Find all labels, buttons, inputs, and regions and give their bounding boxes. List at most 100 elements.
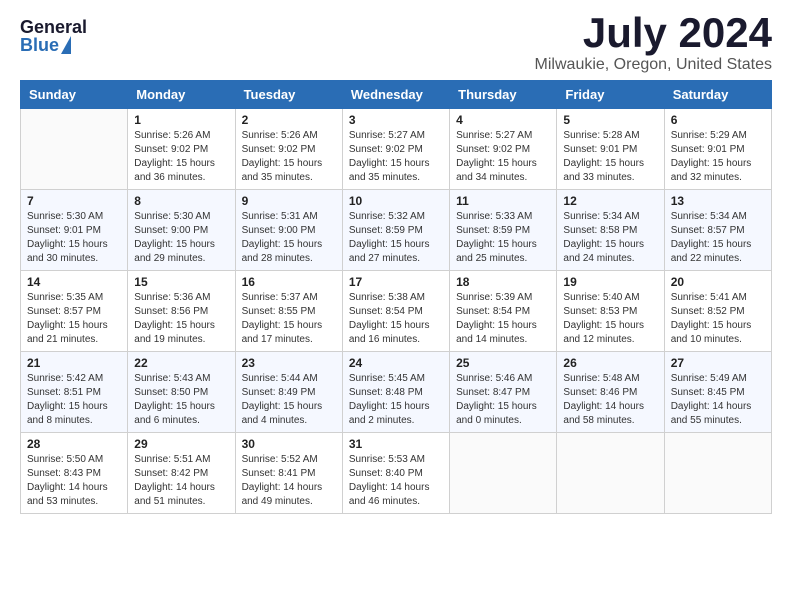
day-number: 14: [27, 275, 121, 289]
logo-general-text: General: [20, 18, 87, 36]
day-info: Sunrise: 5:34 AM Sunset: 8:58 PM Dayligh…: [563, 210, 657, 266]
day-info: Sunrise: 5:44 AM Sunset: 8:49 PM Dayligh…: [242, 372, 336, 428]
day-number: 11: [456, 194, 550, 208]
day-number: 12: [563, 194, 657, 208]
day-number: 27: [671, 356, 765, 370]
day-number: 9: [242, 194, 336, 208]
day-info: Sunrise: 5:48 AM Sunset: 8:46 PM Dayligh…: [563, 372, 657, 428]
calendar-cell: 5 Sunrise: 5:28 AM Sunset: 9:01 PM Daylig…: [557, 109, 664, 190]
calendar-cell: [664, 433, 771, 514]
day-number: 1: [134, 113, 228, 127]
logo-blue-text: Blue: [20, 36, 71, 54]
day-info: Sunrise: 5:46 AM Sunset: 8:47 PM Dayligh…: [456, 372, 550, 428]
day-info: Sunrise: 5:28 AM Sunset: 9:01 PM Dayligh…: [563, 129, 657, 185]
calendar-cell: 27 Sunrise: 5:49 AM Sunset: 8:45 PM Dayli…: [664, 352, 771, 433]
day-info: Sunrise: 5:42 AM Sunset: 8:51 PM Dayligh…: [27, 372, 121, 428]
day-info: Sunrise: 5:49 AM Sunset: 8:45 PM Dayligh…: [671, 372, 765, 428]
calendar-cell: 10 Sunrise: 5:32 AM Sunset: 8:59 PM Dayli…: [342, 190, 449, 271]
calendar-cell: 23 Sunrise: 5:44 AM Sunset: 8:49 PM Dayli…: [235, 352, 342, 433]
calendar-cell: [557, 433, 664, 514]
day-info: Sunrise: 5:52 AM Sunset: 8:41 PM Dayligh…: [242, 453, 336, 509]
calendar-cell: 3 Sunrise: 5:27 AM Sunset: 9:02 PM Daylig…: [342, 109, 449, 190]
weekday-header-friday: Friday: [557, 81, 664, 109]
day-info: Sunrise: 5:26 AM Sunset: 9:02 PM Dayligh…: [134, 129, 228, 185]
day-info: Sunrise: 5:27 AM Sunset: 9:02 PM Dayligh…: [456, 129, 550, 185]
calendar-cell: 2Sunrise: 5:26 AM Sunset: 9:02 PM Daylig…: [235, 109, 342, 190]
day-info: Sunrise: 5:34 AM Sunset: 8:57 PM Dayligh…: [671, 210, 765, 266]
calendar-week-row: 1 Sunrise: 5:26 AM Sunset: 9:02 PM Daylig…: [21, 109, 772, 190]
calendar-cell: [21, 109, 128, 190]
calendar-cell: 22 Sunrise: 5:43 AM Sunset: 8:50 PM Dayli…: [128, 352, 235, 433]
calendar-cell: 24 Sunrise: 5:45 AM Sunset: 8:48 PM Dayli…: [342, 352, 449, 433]
day-number: 21: [27, 356, 121, 370]
day-info: Sunrise: 5:33 AM Sunset: 8:59 PM Dayligh…: [456, 210, 550, 266]
calendar-cell: 26 Sunrise: 5:48 AM Sunset: 8:46 PM Dayli…: [557, 352, 664, 433]
day-number: 3: [349, 113, 443, 127]
weekday-header-sunday: Sunday: [21, 81, 128, 109]
calendar-cell: 28 Sunrise: 5:50 AM Sunset: 8:43 PM Dayli…: [21, 433, 128, 514]
calendar-cell: 1 Sunrise: 5:26 AM Sunset: 9:02 PM Daylig…: [128, 109, 235, 190]
day-info: Sunrise: 5:41 AM Sunset: 8:52 PM Dayligh…: [671, 291, 765, 347]
day-number: 20: [671, 275, 765, 289]
day-info: Sunrise: 5:32 AM Sunset: 8:59 PM Dayligh…: [349, 210, 443, 266]
calendar-cell: 20 Sunrise: 5:41 AM Sunset: 8:52 PM Dayli…: [664, 271, 771, 352]
calendar-cell: 8 Sunrise: 5:30 AM Sunset: 9:00 PM Daylig…: [128, 190, 235, 271]
day-number: 4: [456, 113, 550, 127]
day-number: 22: [134, 356, 228, 370]
day-number: 17: [349, 275, 443, 289]
day-info: Sunrise: 5:36 AM Sunset: 8:56 PM Dayligh…: [134, 291, 228, 347]
calendar-cell: 11 Sunrise: 5:33 AM Sunset: 8:59 PM Dayli…: [450, 190, 557, 271]
calendar-cell: 12 Sunrise: 5:34 AM Sunset: 8:58 PM Dayli…: [557, 190, 664, 271]
day-number: 5: [563, 113, 657, 127]
day-number: 8: [134, 194, 228, 208]
calendar-cell: 14 Sunrise: 5:35 AM Sunset: 8:57 PM Dayli…: [21, 271, 128, 352]
calendar-week-row: 14 Sunrise: 5:35 AM Sunset: 8:57 PM Dayli…: [21, 271, 772, 352]
day-info: Sunrise: 5:45 AM Sunset: 8:48 PM Dayligh…: [349, 372, 443, 428]
day-number: 25: [456, 356, 550, 370]
calendar-cell: 19Sunrise: 5:40 AM Sunset: 8:53 PM Dayli…: [557, 271, 664, 352]
weekday-header-monday: Monday: [128, 81, 235, 109]
day-number: 13: [671, 194, 765, 208]
day-info: Sunrise: 5:27 AM Sunset: 9:02 PM Dayligh…: [349, 129, 443, 185]
day-number: 28: [27, 437, 121, 451]
day-info: Sunrise: 5:30 AM Sunset: 9:00 PM Dayligh…: [134, 210, 228, 266]
calendar-cell: 6 Sunrise: 5:29 AM Sunset: 9:01 PM Daylig…: [664, 109, 771, 190]
calendar-cell: 25 Sunrise: 5:46 AM Sunset: 8:47 PM Dayli…: [450, 352, 557, 433]
day-info: Sunrise: 5:29 AM Sunset: 9:01 PM Dayligh…: [671, 129, 765, 185]
logo: General Blue: [20, 18, 87, 54]
day-number: 23: [242, 356, 336, 370]
day-number: 30: [242, 437, 336, 451]
calendar-cell: 9 Sunrise: 5:31 AM Sunset: 9:00 PM Daylig…: [235, 190, 342, 271]
weekday-header-row: SundayMondayTuesdayWednesdayThursdayFrid…: [21, 81, 772, 109]
day-info: Sunrise: 5:31 AM Sunset: 9:00 PM Dayligh…: [242, 210, 336, 266]
day-info: Sunrise: 5:43 AM Sunset: 8:50 PM Dayligh…: [134, 372, 228, 428]
calendar-cell: 16Sunrise: 5:37 AM Sunset: 8:55 PM Dayli…: [235, 271, 342, 352]
calendar-cell: 18Sunrise: 5:39 AM Sunset: 8:54 PM Dayli…: [450, 271, 557, 352]
weekday-header-saturday: Saturday: [664, 81, 771, 109]
calendar-cell: [450, 433, 557, 514]
calendar-cell: 29 Sunrise: 5:51 AM Sunset: 8:42 PM Dayli…: [128, 433, 235, 514]
month-title: July 2024: [535, 10, 772, 56]
day-info: Sunrise: 5:30 AM Sunset: 9:01 PM Dayligh…: [27, 210, 121, 266]
day-number: 24: [349, 356, 443, 370]
calendar-cell: 15 Sunrise: 5:36 AM Sunset: 8:56 PM Dayli…: [128, 271, 235, 352]
day-number: 26: [563, 356, 657, 370]
day-number: 29: [134, 437, 228, 451]
weekday-header-wednesday: Wednesday: [342, 81, 449, 109]
location-text: Milwaukie, Oregon, United States: [535, 56, 772, 74]
day-number: 6: [671, 113, 765, 127]
day-number: 7: [27, 194, 121, 208]
day-info: Sunrise: 5:50 AM Sunset: 8:43 PM Dayligh…: [27, 453, 121, 509]
day-info: Sunrise: 5:53 AM Sunset: 8:40 PM Dayligh…: [349, 453, 443, 509]
day-number: 15: [134, 275, 228, 289]
day-info: Sunrise: 5:35 AM Sunset: 8:57 PM Dayligh…: [27, 291, 121, 347]
weekday-header-tuesday: Tuesday: [235, 81, 342, 109]
day-info: Sunrise: 5:38 AM Sunset: 8:54 PM Dayligh…: [349, 291, 443, 347]
calendar-week-row: 7 Sunrise: 5:30 AM Sunset: 9:01 PM Daylig…: [21, 190, 772, 271]
day-number: 31: [349, 437, 443, 451]
day-number: 19: [563, 275, 657, 289]
calendar-cell: 21 Sunrise: 5:42 AM Sunset: 8:51 PM Dayli…: [21, 352, 128, 433]
day-number: 10: [349, 194, 443, 208]
calendar-cell: 31 Sunrise: 5:53 AM Sunset: 8:40 PM Dayli…: [342, 433, 449, 514]
day-info: Sunrise: 5:51 AM Sunset: 8:42 PM Dayligh…: [134, 453, 228, 509]
